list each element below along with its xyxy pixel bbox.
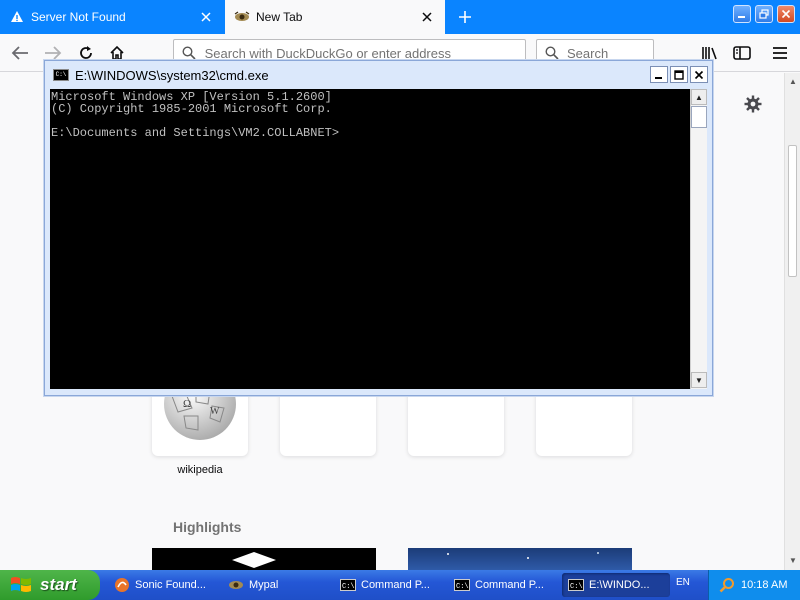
tab-new-tab[interactable]: New Tab xyxy=(225,0,445,34)
sidebar-toggle-button[interactable] xyxy=(728,39,756,67)
start-button[interactable]: start xyxy=(0,570,100,600)
scroll-down-arrow-icon[interactable]: ▼ xyxy=(788,556,798,566)
top-site-label: wikipedia xyxy=(177,464,223,476)
search-icon xyxy=(545,45,559,61)
cmd-console[interactable]: Microsoft Windows XP [Version 5.1.2600] … xyxy=(50,89,690,389)
taskbar: start Sonic Found... Mypal C:\ Command P… xyxy=(0,570,800,600)
tab-label: Server Not Found xyxy=(31,10,126,24)
menu-button[interactable] xyxy=(766,39,794,67)
system-tray: 10:18 AM xyxy=(708,570,800,600)
search-icon xyxy=(182,45,197,61)
top-site-tile[interactable] xyxy=(280,386,376,456)
cmd-scrollbar[interactable]: ▲ ▼ xyxy=(690,89,707,389)
clock[interactable]: 10:18 AM xyxy=(741,579,787,591)
windows-flag-icon xyxy=(11,577,31,592)
svg-text:Ω: Ω xyxy=(183,398,191,410)
start-label: start xyxy=(40,575,77,594)
cmd-maximize-button[interactable] xyxy=(670,66,688,83)
cmd-close-button[interactable] xyxy=(690,66,708,83)
taskbar-item-command-prompt[interactable]: C:\ Command P... xyxy=(334,573,442,597)
svg-text:C:\: C:\ xyxy=(456,583,469,591)
scrollbar-thumb[interactable] xyxy=(788,145,797,277)
gear-icon[interactable] xyxy=(742,93,764,115)
close-tab-icon[interactable] xyxy=(194,5,218,29)
search-tray-icon[interactable] xyxy=(719,577,735,593)
scroll-down-arrow-icon[interactable]: ▼ xyxy=(691,372,707,388)
highlight-card[interactable] xyxy=(152,548,376,570)
tab-server-not-found[interactable]: Server Not Found xyxy=(0,0,224,34)
new-tab-button[interactable] xyxy=(452,4,478,30)
tab-label: New Tab xyxy=(256,10,303,24)
warning-icon xyxy=(9,9,25,25)
minimize-window-button[interactable] xyxy=(733,5,751,23)
top-site-tile[interactable] xyxy=(536,386,632,456)
console-prompt: E:\Documents and Settings\VM2.COLLABNET> xyxy=(51,126,340,140)
cmd-minimize-button[interactable] xyxy=(650,66,668,83)
back-button[interactable] xyxy=(6,39,34,67)
taskbar-item-command-prompt[interactable]: C:\ Command P... xyxy=(448,573,556,597)
language-indicator[interactable]: EN xyxy=(676,577,690,588)
taskbar-item-mypal[interactable]: Mypal xyxy=(222,573,330,597)
console-line: (C) Copyright 1985-2001 Microsoft Corp. xyxy=(51,102,332,116)
taskbar-item-sonic-foundry[interactable]: Sonic Found... xyxy=(108,573,216,597)
svg-text:C:\: C:\ xyxy=(342,583,355,591)
svg-text:C:\: C:\ xyxy=(570,583,583,591)
scroll-up-arrow-icon[interactable]: ▲ xyxy=(691,89,707,105)
cmd-window-title: E:\WINDOWS\system32\cmd.exe xyxy=(75,67,269,83)
highlight-card[interactable] xyxy=(408,548,632,570)
svg-text:W: W xyxy=(210,406,220,417)
top-site-tile[interactable] xyxy=(408,386,504,456)
close-window-button[interactable] xyxy=(777,5,795,23)
cmd-titlebar[interactable]: C:\ E:\WINDOWS\system32\cmd.exe xyxy=(49,64,708,86)
sonic-foundry-icon xyxy=(114,577,130,593)
cmd-window[interactable]: C:\ E:\WINDOWS\system32\cmd.exe Microsof… xyxy=(44,60,713,396)
scroll-up-arrow-icon[interactable]: ▲ xyxy=(788,77,798,87)
cmd-icon[interactable]: C:\ xyxy=(53,69,69,81)
newtab-favicon xyxy=(234,9,250,25)
taskbar-item-cmd-active[interactable]: C:\ E:\WINDO... xyxy=(562,573,670,597)
page-scrollbar[interactable]: ▲ ▼ xyxy=(784,73,800,570)
highlights-heading: Highlights xyxy=(173,519,242,535)
cmd-icon: C:\ xyxy=(340,577,356,593)
scrollbar-thumb[interactable] xyxy=(691,106,707,128)
close-tab-icon[interactable] xyxy=(415,5,439,29)
tab-strip: Server Not Found New Tab xyxy=(0,0,800,34)
search-input[interactable] xyxy=(567,45,653,61)
wikipedia-globe-icon: Ω W xyxy=(164,368,236,440)
cmd-icon: C:\ xyxy=(454,577,470,593)
cmd-icon: C:\ xyxy=(568,577,584,593)
top-site-tile-wikipedia[interactable]: Ω W xyxy=(152,368,248,456)
address-input[interactable] xyxy=(204,45,525,61)
restore-window-button[interactable] xyxy=(755,5,773,23)
mypal-icon xyxy=(228,577,244,593)
